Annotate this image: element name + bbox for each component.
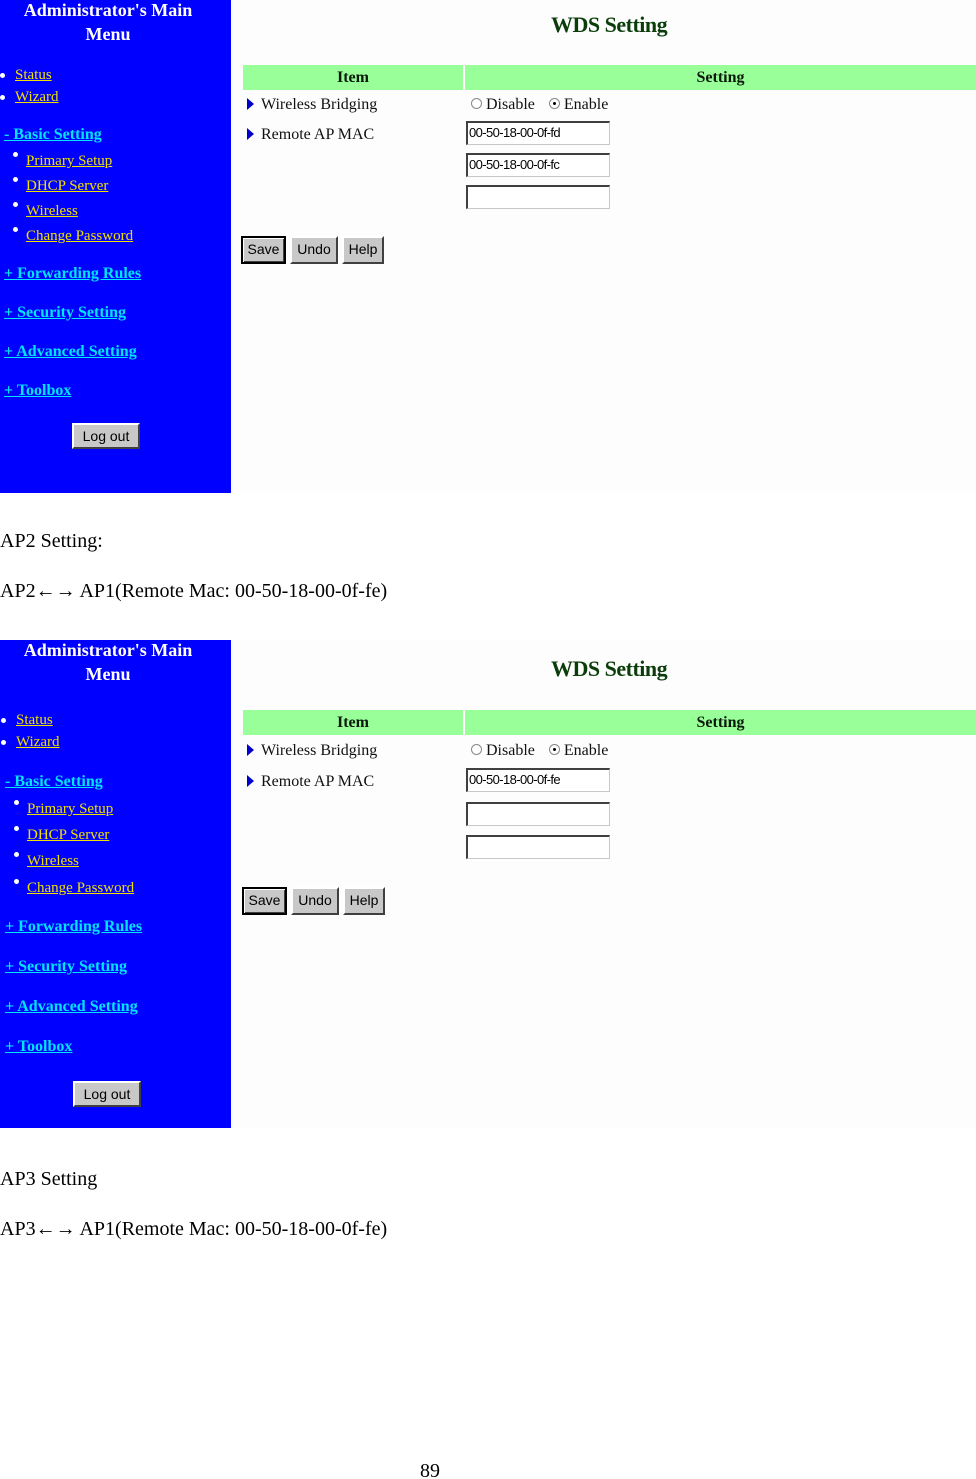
- sidebar-section-basic-setting[interactable]: - Basic Setting: [4, 126, 102, 144]
- sidebar-section-advanced-setting[interactable]: + Advanced Setting: [4, 343, 137, 361]
- radio-enable-label: Enable: [563, 96, 609, 113]
- sidebar-title-line2: Menu: [85, 24, 131, 44]
- sidebar-title-line1: Administrator's Main: [23, 640, 193, 660]
- sidebar-link-dhcp-server[interactable]: DHCP Server: [27, 826, 109, 844]
- row-label-text: Remote AP MAC: [261, 126, 375, 143]
- bullet-icon: [0, 95, 5, 100]
- wds-screenshot-1: Administrator's Main Menu Status Wizard …: [0, 0, 976, 493]
- bridging-radio-group: Disable Enable: [471, 742, 618, 760]
- column-header-item: Item: [243, 65, 463, 90]
- radio-enable[interactable]: [548, 98, 560, 109]
- remote-mac-input-3[interactable]: [466, 835, 610, 859]
- admin-sidebar: Administrator's Main Menu Status Wizard …: [0, 0, 231, 493]
- row-label-text: Wireless Bridging: [261, 742, 378, 759]
- ap3-link-description: AP3←→ AP1(Remote Mac: 00-50-18-00-0f-fe): [0, 1218, 388, 1240]
- wds-content: WDS Setting Item Setting Wireless Bridgi…: [231, 640, 976, 1128]
- sidebar-section-security-setting[interactable]: + Security Setting: [4, 304, 126, 322]
- sidebar-title-line1: Administrator's Main: [23, 0, 193, 20]
- bullet-icon: [1, 718, 6, 723]
- sidebar-section-basic-setting[interactable]: - Basic Setting: [5, 773, 103, 791]
- help-button[interactable]: Help: [343, 887, 385, 915]
- column-header-setting: Setting: [465, 65, 976, 90]
- bullet-icon: [14, 852, 19, 857]
- sidebar-link-primary-setup[interactable]: Primary Setup: [27, 800, 113, 818]
- wds-screenshot-2: Administrator's Main Menu Status Wizard …: [0, 640, 976, 1128]
- sidebar-title: Administrator's Main Menu: [0, 0, 216, 46]
- remote-mac-input-3[interactable]: [466, 185, 610, 209]
- row-wireless-bridging: Wireless Bridging: [247, 96, 377, 114]
- remote-mac-input-1[interactable]: 00-50-18-00-0f-fd: [466, 121, 610, 145]
- sidebar-section-forwarding-rules[interactable]: + Forwarding Rules: [5, 918, 142, 936]
- column-header-setting: Setting: [465, 710, 976, 735]
- row-remote-ap-mac: Remote AP MAC: [247, 126, 374, 144]
- bullet-icon: [14, 800, 19, 805]
- sidebar-link-status[interactable]: Status: [15, 66, 52, 84]
- radio-disable-label: Disable: [486, 96, 535, 113]
- remote-mac-input-2[interactable]: [466, 802, 610, 826]
- bullet-icon: [1, 740, 6, 745]
- triangle-right-icon: [247, 98, 254, 110]
- logout-button[interactable]: Log out: [73, 1081, 141, 1107]
- radio-enable-label: Enable: [563, 742, 609, 759]
- sidebar-link-wizard[interactable]: Wizard: [16, 733, 60, 751]
- save-button[interactable]: Save: [242, 887, 287, 915]
- sidebar-link-wireless[interactable]: Wireless: [26, 202, 78, 220]
- remote-mac-input-2[interactable]: 00-50-18-00-0f-fc: [466, 153, 610, 177]
- sidebar-title: Administrator's Main Menu: [0, 638, 216, 686]
- sidebar-link-wireless[interactable]: Wireless: [27, 852, 79, 870]
- sidebar-link-change-password[interactable]: Change Password: [27, 879, 134, 897]
- logout-button[interactable]: Log out: [72, 423, 140, 449]
- triangle-right-icon: [247, 128, 254, 140]
- ap3-heading: AP3 Setting: [0, 1168, 98, 1190]
- admin-sidebar: Administrator's Main Menu Status Wizard …: [0, 640, 231, 1128]
- sidebar-section-forwarding-rules[interactable]: + Forwarding Rules: [4, 265, 141, 283]
- bridging-radio-group: Disable Enable: [471, 96, 618, 114]
- row-label-text: Remote AP MAC: [261, 773, 375, 790]
- sidebar-section-toolbox[interactable]: + Toolbox: [5, 1038, 72, 1056]
- sidebar-link-dhcp-server[interactable]: DHCP Server: [26, 177, 108, 195]
- bullet-icon: [13, 202, 18, 207]
- radio-disable-label: Disable: [486, 742, 535, 759]
- ap2-link-description: AP2←→ AP1(Remote Mac: 00-50-18-00-0f-fe): [0, 580, 388, 602]
- bullet-icon: [13, 152, 18, 157]
- sidebar-title-line2: Menu: [85, 664, 131, 684]
- page-number: 89: [420, 1460, 440, 1479]
- radio-enable[interactable]: [548, 744, 560, 755]
- bullet-icon: [14, 826, 19, 831]
- sidebar-section-toolbox[interactable]: + Toolbox: [4, 382, 71, 400]
- help-button[interactable]: Help: [342, 236, 384, 264]
- sidebar-link-wizard[interactable]: Wizard: [15, 88, 59, 106]
- triangle-right-icon: [247, 744, 254, 756]
- bullet-icon: [14, 879, 19, 884]
- column-header-item: Item: [243, 710, 463, 735]
- radio-disable[interactable]: [471, 98, 482, 109]
- undo-button[interactable]: Undo: [291, 887, 339, 915]
- triangle-right-icon: [247, 775, 254, 787]
- ap2-heading: AP2 Setting:: [0, 530, 103, 552]
- bullet-icon: [13, 227, 18, 232]
- radio-disable[interactable]: [471, 744, 482, 755]
- row-label-text: Wireless Bridging: [261, 96, 378, 113]
- save-button[interactable]: Save: [241, 236, 286, 264]
- page-title: WDS Setting: [551, 12, 668, 37]
- row-remote-ap-mac: Remote AP MAC: [247, 773, 374, 791]
- bullet-icon: [13, 177, 18, 182]
- sidebar-section-security-setting[interactable]: + Security Setting: [5, 958, 127, 976]
- wds-content: WDS Setting Item Setting Wireless Bridgi…: [231, 0, 976, 493]
- bullet-icon: [0, 73, 5, 78]
- sidebar-link-primary-setup[interactable]: Primary Setup: [26, 152, 112, 170]
- remote-mac-input-1[interactable]: 00-50-18-00-0f-fe: [466, 768, 610, 792]
- sidebar-section-advanced-setting[interactable]: + Advanced Setting: [5, 998, 138, 1016]
- sidebar-link-status[interactable]: Status: [16, 711, 53, 729]
- page-title: WDS Setting: [551, 656, 668, 681]
- undo-button[interactable]: Undo: [290, 236, 338, 264]
- row-wireless-bridging: Wireless Bridging: [247, 742, 377, 760]
- sidebar-link-change-password[interactable]: Change Password: [26, 227, 133, 245]
